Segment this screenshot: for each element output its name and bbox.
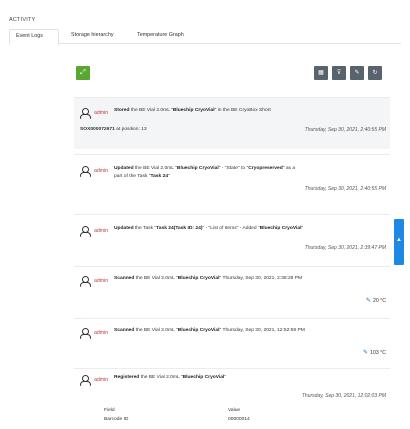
pen-icon: ✎ — [363, 350, 369, 356]
edit-icon: ✎ — [354, 70, 360, 76]
field-value: 00000014 — [228, 417, 250, 422]
user-icon — [80, 226, 91, 237]
tab-storage-hierarchy[interactable]: Storage hierarchy — [65, 29, 127, 44]
edit-button[interactable]: ✎ — [350, 66, 364, 80]
section-title: ACTIVITY — [9, 17, 36, 23]
calendar-icon: ▦ — [318, 70, 324, 76]
refresh-button[interactable]: ↻ — [368, 66, 382, 80]
event-message: Registered the BE Vial 2.0mL "Bluechip C… — [114, 375, 227, 380]
event-row: admin Registered the BE Vial 2.0mL "Blue… — [74, 368, 390, 429]
temperature-reading: ✎ 20 °C — [365, 298, 386, 304]
event-message: Scanned the BE Vial 2.0mL "Bluechip Cryo… — [114, 276, 303, 281]
user-icon — [80, 276, 91, 287]
event-user: admin — [94, 278, 109, 284]
top-strip — [0, 0, 410, 10]
tab-event-logs[interactable]: Event Logs — [9, 29, 59, 45]
user-icon — [80, 108, 91, 119]
user-icon — [80, 375, 91, 386]
event-user: admin — [94, 168, 109, 174]
event-row: admin Scanned the BE Vial 2.0mL "Bluechi… — [74, 318, 390, 366]
event-row: admin Updated the Task "Task 24(Task ID:… — [74, 214, 390, 264]
expand-button[interactable]: ⤢ — [76, 66, 90, 80]
field-header: Field — [104, 408, 115, 413]
event-user: admin — [94, 377, 109, 383]
temperature-reading: ✎ 103 °C — [363, 350, 386, 356]
event-message: Updated the BE Vial 2.0mL "Bluechip Cryo… — [114, 166, 296, 171]
filter-icon: ⊽ — [336, 70, 342, 76]
event-message: Scanned the BE Vial 2.0mL "Bluechip Cryo… — [114, 328, 305, 333]
refresh-icon: ↻ — [372, 70, 378, 76]
side-panel-toggle[interactable]: ▲ — [394, 219, 404, 265]
field-name: Barcode ID — [104, 417, 129, 422]
event-user: admin — [94, 330, 109, 336]
event-timestamp: Thursday, Sep 30, 2021, 2:40:55 PM — [304, 186, 386, 192]
user-icon — [80, 166, 91, 177]
event-message-line2: SOX000072671 at position: 13 — [80, 127, 147, 132]
event-row: admin Scanned the BE Vial 2.0mL "Bluechi… — [74, 266, 390, 316]
event-row: admin Updated the BE Vial 2.0mL "Bluechi… — [74, 154, 390, 202]
event-timestamp: Thursday, Sep 30, 2021, 2:39:47 PM — [304, 245, 386, 251]
event-user: admin — [94, 110, 109, 116]
pen-icon: ✎ — [365, 298, 371, 304]
event-timestamp: Thursday, Sep 30, 2021, 12:02:03 PM — [301, 393, 386, 399]
event-timestamp: Thursday, Sep 30, 2021, 2:40:55 PM — [304, 127, 386, 133]
event-row: admin Stored the BE Vial 2.0mL "Bluechip… — [74, 97, 390, 149]
filter-button[interactable]: ⊽ — [332, 66, 346, 80]
value-header: Value — [228, 408, 241, 413]
event-message-line2: part of the Task "Task 24" — [114, 174, 170, 179]
chevron-up-icon: ▲ — [396, 237, 402, 243]
event-user: admin — [94, 228, 109, 234]
tab-bar: Event Logs Storage hierarchy Temperature… — [9, 29, 401, 45]
calendar-button[interactable]: ▦ — [314, 66, 328, 80]
event-message: Updated the Task "Task 24(Task ID: 24)" … — [114, 226, 304, 231]
tab-temperature-graph[interactable]: Temperature Graph — [131, 29, 201, 44]
expand-icon: ⤢ — [80, 69, 86, 76]
event-message: Stored the BE Vial 2.0mL "Bluechip CryoV… — [114, 108, 271, 113]
user-icon — [80, 328, 91, 339]
